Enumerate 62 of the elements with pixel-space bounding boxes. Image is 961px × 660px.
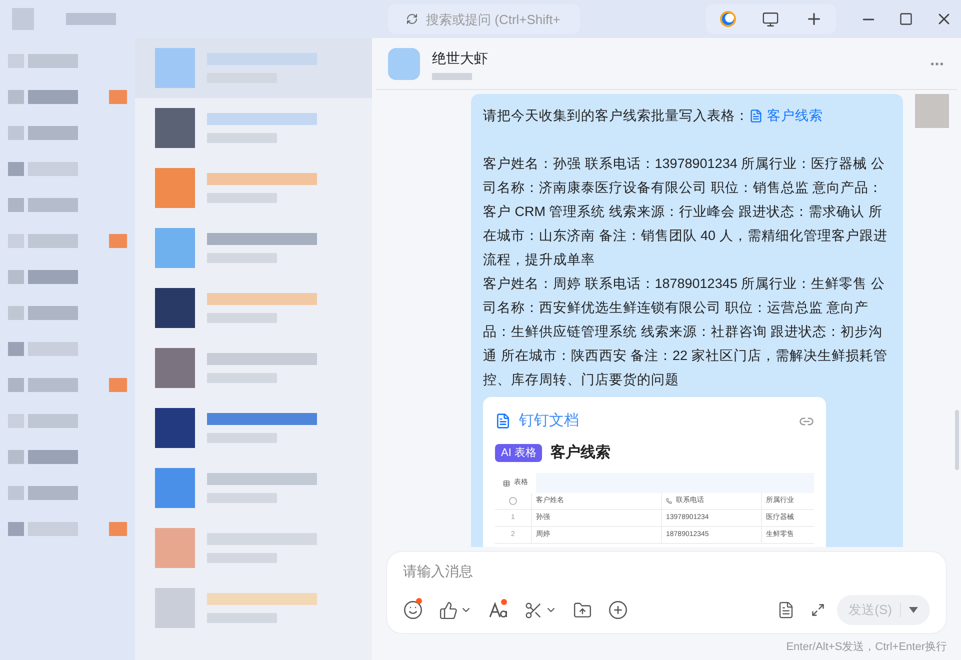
pixelated-block: [109, 378, 127, 392]
pixelated-block: [8, 162, 24, 176]
pixelated-block: [28, 162, 78, 176]
maximize-icon[interactable]: [899, 12, 913, 26]
pixelated-block: [8, 450, 24, 464]
pixelated-block: [8, 486, 24, 500]
checkbox[interactable]: [509, 497, 517, 505]
pixelated-block: [915, 94, 949, 128]
message-input[interactable]: 请输入消息: [403, 560, 930, 582]
pixelated-block: [28, 126, 78, 140]
pixelated-block: [432, 72, 472, 80]
screen-share-icon[interactable]: [762, 10, 780, 28]
scrollbar: [955, 410, 959, 470]
emoji-icon[interactable]: [403, 600, 423, 620]
pixelated-block: [28, 486, 78, 500]
pixelated-block: [8, 306, 24, 320]
message-text: 客户姓名：孙强 联系电话：13978901234 所属行业：医疗器械 公司名称：济南康泰医疗设备有限公司 职位：销售总监 意向产品：客户 CRM 管理系统 线索来源：行业峰会 跟进状态：需求确认 所在城市：山东济南 备注：销售团队 40 人，需精细化管理客户跟进流程，提升成单率: [483, 155, 888, 269]
pixelated-block: [28, 414, 78, 428]
pixelated-block: [8, 342, 24, 356]
thumbs-up-icon[interactable]: [439, 600, 458, 620]
ai-table-badge: AI 表格: [495, 444, 542, 462]
add-icon[interactable]: [608, 600, 628, 620]
folder-upload-icon[interactable]: [573, 600, 592, 620]
phone-icon: [666, 498, 672, 504]
scissors-icon[interactable]: [524, 600, 543, 620]
pixelated-block: [28, 270, 78, 284]
document-icon: [495, 413, 511, 429]
pixelated-block: [12, 8, 34, 30]
pixelated-block: [8, 90, 24, 104]
table-icon: [503, 480, 510, 486]
pixelated-block: [28, 90, 78, 104]
card-source: 钉钉文档: [519, 411, 579, 431]
chat-title: 绝世大虾: [432, 48, 488, 68]
pixelated-block: [8, 234, 24, 248]
pixelated-block: [28, 522, 78, 536]
search-field[interactable]: 搜索或提问 (Ctrl+Shift+: [388, 4, 580, 34]
document-icon: [749, 109, 763, 123]
app-logo-icon[interactable]: [718, 10, 737, 28]
font-icon[interactable]: [488, 601, 508, 619]
pixelated-block: [28, 234, 78, 248]
pixelated-block: [28, 306, 78, 320]
card-title: 客户线索: [550, 443, 610, 463]
expand-icon[interactable]: [810, 603, 825, 617]
pixelated-block: [109, 234, 127, 248]
message-text: 客户姓名：周婷 联系电话：18789012345 所属行业：生鲜零售 公司名称：西安鲜优选生鲜连锁有限公司 职位：运营总监 意向产品：生鲜供应链管理系统 线索来源：社群咨询 跟进状态：初步沟通 所在城市：陕西西安 备注：22 家社区门店，需解决生鲜损耗管控、库存周转、门店要货的问题: [483, 275, 888, 389]
pixelated-block: [109, 90, 127, 104]
pixelated-block: [8, 378, 24, 392]
pixelated-block: [28, 342, 78, 356]
pixelated-block: [109, 522, 127, 536]
pixelated-block: [66, 13, 116, 25]
pixelated-block: [8, 522, 24, 536]
pixelated-block: [8, 198, 24, 212]
pixelated-block: [28, 378, 78, 392]
pixelated-block: [28, 198, 78, 212]
pixelated-block: [8, 54, 24, 68]
message-text: 请把今天收集到的客户线索批量写入表格：: [483, 107, 749, 125]
pixelated-block: [8, 126, 24, 140]
pixelated-block: [8, 414, 24, 428]
pixelated-block: [28, 54, 78, 68]
pixelated-block: [28, 450, 78, 464]
pixelated-block: [8, 270, 24, 284]
shortcut-hint: Enter/Alt+S发送，Ctrl+Enter换行: [786, 640, 947, 655]
